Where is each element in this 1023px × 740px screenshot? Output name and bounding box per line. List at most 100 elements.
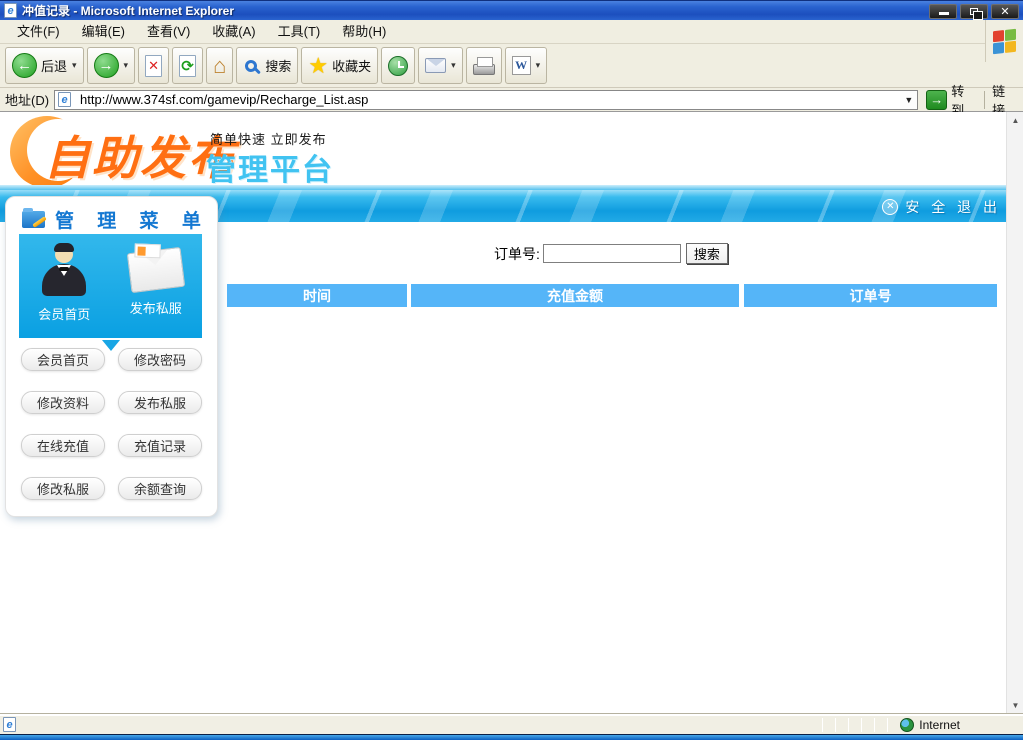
- feature-member-home[interactable]: 会员首页: [38, 243, 91, 323]
- status-separator: [835, 717, 837, 732]
- mail-button[interactable]: ▾: [418, 47, 463, 84]
- back-icon: ←: [12, 53, 37, 78]
- favorites-label: 收藏夹: [332, 59, 372, 74]
- address-url[interactable]: http://www.374sf.com/gamevip/Recharge_Li…: [80, 92, 368, 107]
- status-separator: [887, 717, 889, 732]
- window-title: 冲值记录 - Microsoft Internet Explorer: [22, 4, 235, 18]
- page-content: 自助发布 简单快速 立即发布 管理平台 ✕ 安 全 退 出 管 理 菜 单 会员…: [0, 112, 1023, 714]
- edit-dropdown-icon[interactable]: ▾: [536, 60, 541, 71]
- history-icon: [388, 55, 409, 76]
- pointer-down-icon: [102, 340, 120, 351]
- status-page-icon: e: [3, 717, 16, 732]
- folder-edit-icon: [22, 208, 45, 228]
- table-header-amount: 充值金额: [411, 284, 739, 307]
- content-scrollbar[interactable]: ▲ ▼: [1006, 112, 1023, 714]
- forward-icon: →: [93, 53, 119, 78]
- forward-dropdown-icon[interactable]: ▾: [124, 60, 129, 71]
- logout-button[interactable]: ✕ 安 全 退 出: [882, 197, 1001, 217]
- favorites-button[interactable]: ★ 收藏夹: [301, 47, 379, 84]
- status-separator: [822, 717, 824, 732]
- back-button[interactable]: ← 后退 ▾: [5, 47, 84, 84]
- order-number-label: 订单号:: [494, 245, 540, 262]
- word-icon: W: [511, 56, 531, 75]
- refresh-button[interactable]: ⟳: [172, 47, 204, 84]
- stop-icon: ✕: [145, 54, 163, 77]
- table-header-order-number: 订单号: [744, 284, 997, 307]
- favorites-star-icon: ★: [308, 52, 329, 78]
- sidebar-title: 管 理 菜 单: [6, 197, 217, 233]
- menu-edit[interactable]: 编辑(E): [71, 20, 136, 43]
- title-bar: e 冲值记录 - Microsoft Internet Explorer ✕: [0, 0, 1023, 20]
- menu-tools[interactable]: 工具(T): [267, 20, 332, 43]
- member-person-icon: [41, 243, 87, 296]
- order-search-row: 订单号: 搜索: [494, 243, 728, 264]
- scroll-down-icon[interactable]: ▼: [1007, 697, 1023, 714]
- print-icon: [472, 57, 495, 75]
- window-bottom-border: [0, 734, 1023, 740]
- back-label: 后退: [41, 59, 68, 74]
- status-separator: [874, 717, 876, 732]
- menu-file[interactable]: 文件(F): [6, 20, 71, 43]
- menu-bar: 文件(F) 编辑(E) 查看(V) 收藏(A) 工具(T) 帮助(H): [0, 20, 1023, 44]
- refresh-icon: ⟳: [179, 54, 197, 77]
- print-button[interactable]: [465, 47, 502, 84]
- toolbar: ← 后退 ▾ → ▾ ✕ ⟳ ⌂ 搜索 ★ 收藏夹 ▾ W ▾: [0, 44, 1023, 88]
- stop-button[interactable]: ✕: [138, 47, 170, 84]
- sidebar-feature-box: 会员首页 发布私服: [19, 234, 202, 338]
- back-dropdown-icon[interactable]: ▾: [72, 60, 77, 71]
- search-button[interactable]: 搜索: [236, 47, 299, 84]
- search-label: 搜索: [265, 59, 292, 74]
- sidebar-button-balance-inquiry[interactable]: 余额查询: [118, 477, 202, 500]
- sidebar-button-edit-profile[interactable]: 修改资料: [21, 391, 105, 414]
- windows-flag-icon: [993, 28, 1016, 54]
- sidebar-title-label: 管 理 菜 单: [55, 211, 210, 232]
- feature-label: 会员首页: [38, 307, 91, 322]
- address-dropdown-icon[interactable]: ▼: [900, 90, 918, 109]
- status-separator: [861, 717, 863, 732]
- status-separator: [848, 717, 850, 732]
- sidebar-button-online-recharge[interactable]: 在线充值: [21, 434, 105, 457]
- throbber-area: [985, 20, 1023, 62]
- refresh-glyph: ⟳: [181, 57, 194, 75]
- logout-label: 安 全 退 出: [905, 199, 1001, 215]
- order-number-input[interactable]: [542, 244, 681, 263]
- menu-help[interactable]: 帮助(H): [331, 20, 397, 43]
- edit-word-button[interactable]: W ▾: [504, 47, 548, 84]
- home-button[interactable]: ⌂: [206, 47, 234, 84]
- close-icon: ✕: [1000, 6, 1010, 18]
- sidebar-button-change-password[interactable]: 修改密码: [118, 348, 202, 371]
- internet-zone-icon: [900, 717, 915, 732]
- search-submit-button[interactable]: 搜索: [685, 243, 728, 264]
- forward-button[interactable]: → ▾: [86, 47, 136, 84]
- scroll-up-icon[interactable]: ▲: [1007, 112, 1023, 129]
- address-label: 地址(D): [5, 93, 50, 108]
- internet-zone-label: Internet: [919, 717, 960, 732]
- go-button[interactable]: →: [926, 89, 948, 110]
- ie-logo-icon: e: [4, 3, 17, 18]
- search-icon: [245, 59, 258, 72]
- sidebar-button-member-home[interactable]: 会员首页: [21, 348, 105, 371]
- sidebar-panel: 管 理 菜 单 会员首页 发布私服 会员首页 修改密码 修改资料 发布私服 在线…: [5, 196, 218, 517]
- address-combobox[interactable]: e http://www.374sf.com/gamevip/Recharge_…: [54, 89, 919, 110]
- mail-icon: [425, 58, 447, 73]
- address-separator: [984, 90, 986, 109]
- logout-x-icon: ✕: [882, 199, 899, 215]
- sidebar-button-publish-server[interactable]: 发布私服: [118, 391, 202, 414]
- table-header-time: 时间: [227, 284, 407, 307]
- minimize-button[interactable]: [929, 4, 957, 19]
- mail-dropdown-icon[interactable]: ▾: [451, 60, 456, 71]
- status-bar: e Internet: [0, 714, 1023, 734]
- restore-button[interactable]: [960, 4, 988, 20]
- brand-subtitle: 管理平台: [206, 154, 334, 187]
- window-controls: ✕: [929, 4, 1019, 20]
- home-icon: ⌂: [213, 52, 227, 78]
- sidebar-button-edit-server[interactable]: 修改私服: [21, 477, 105, 500]
- close-button[interactable]: ✕: [991, 4, 1019, 19]
- page-icon: e: [58, 92, 72, 107]
- feature-publish-server[interactable]: 发布私服: [126, 243, 185, 317]
- menu-favorites[interactable]: 收藏(A): [201, 20, 266, 43]
- sidebar-button-recharge-records[interactable]: 充值记录: [118, 434, 202, 457]
- menu-view[interactable]: 查看(V): [136, 20, 201, 43]
- browser-window: e 冲值记录 - Microsoft Internet Explorer ✕ 文…: [0, 0, 1023, 740]
- history-button[interactable]: [381, 47, 416, 84]
